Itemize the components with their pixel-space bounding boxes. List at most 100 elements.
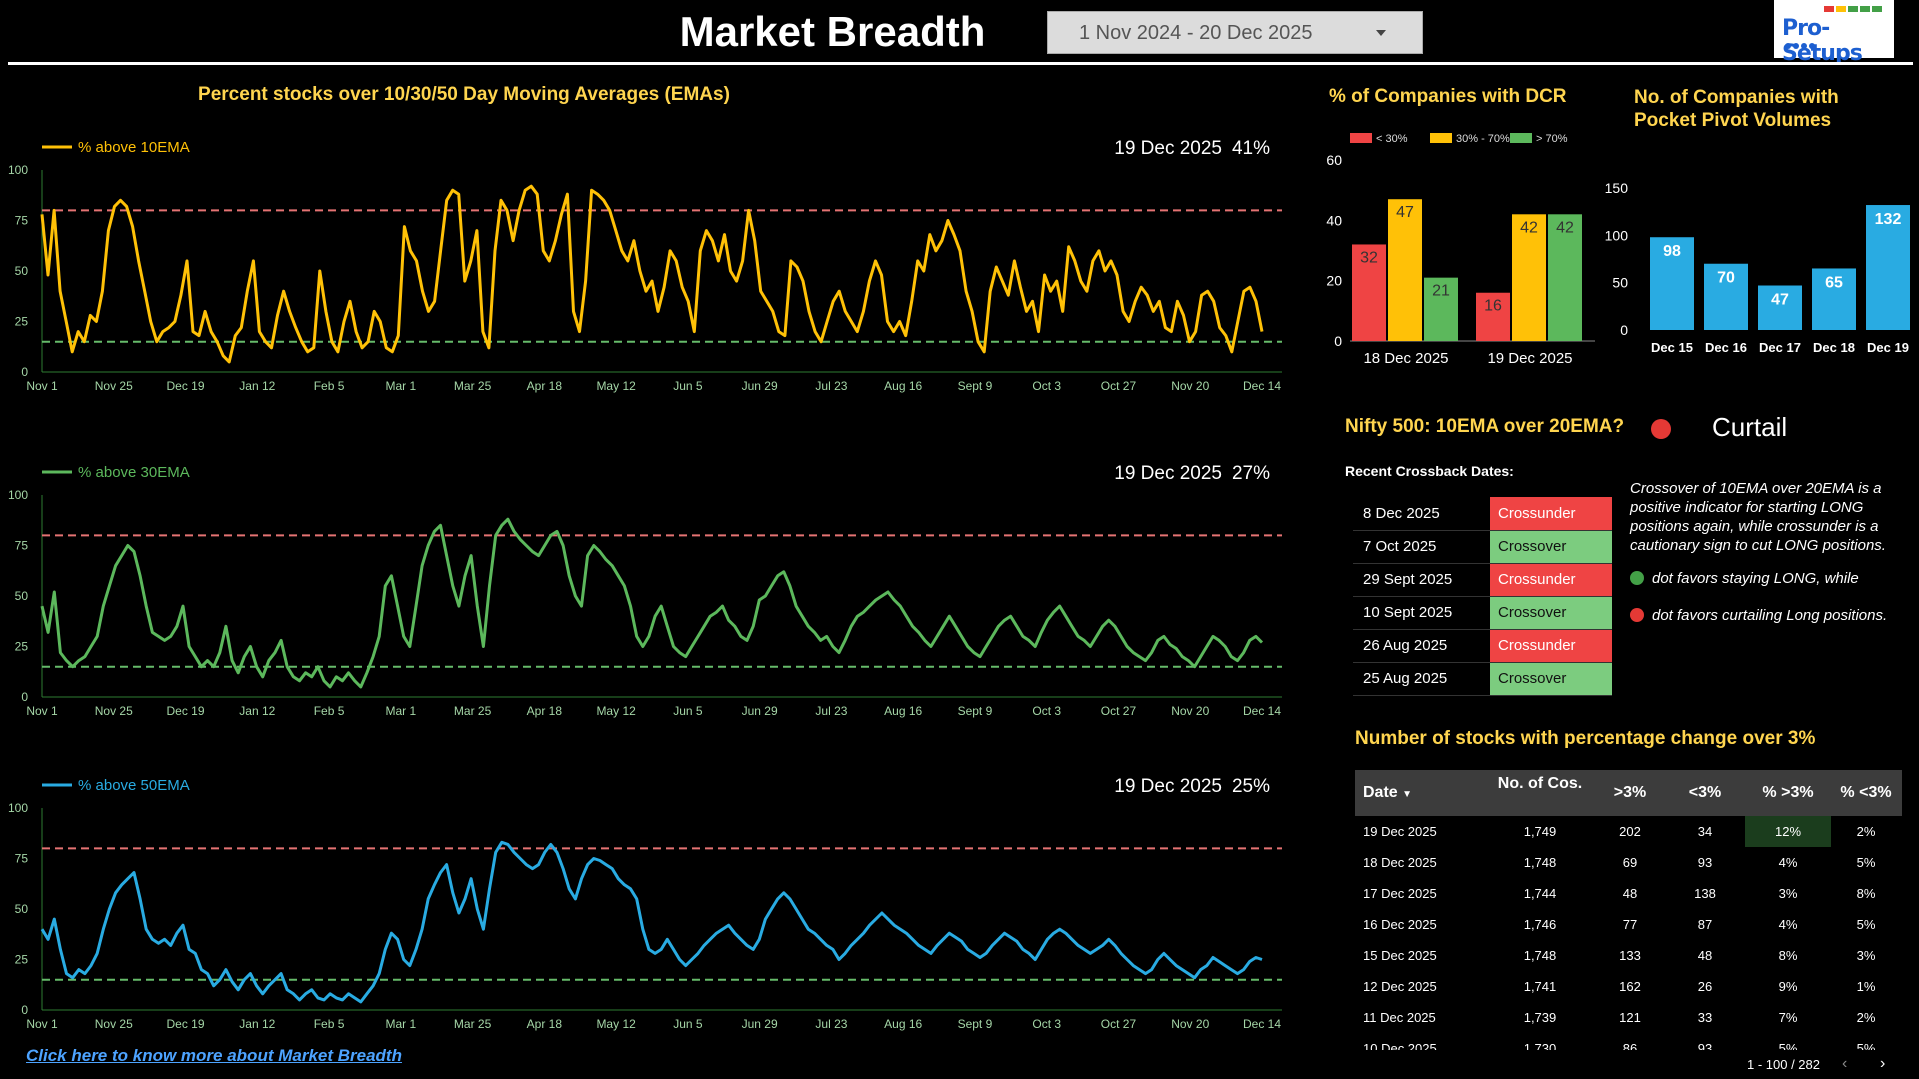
bar-label: 70 [1717,270,1735,287]
table-cell: 93 [1697,1041,1713,1050]
crossback-date: 25 Aug 2025 [1353,662,1490,696]
logo: Pro-Setups [1774,0,1894,66]
crossback-date: 26 Aug 2025 [1353,629,1490,663]
x-tick-label: Nov 25 [95,379,133,393]
crossback-date: 7 Oct 2025 [1353,530,1490,564]
table-cell: 4% [1778,917,1798,932]
y-tick-label: 20 [1326,273,1342,289]
table-cell: 26 [1697,979,1713,994]
x-tick-label: Nov 25 [95,704,133,718]
table-cell: 9% [1778,979,1798,994]
legend-label: % above 30EMA [78,464,190,481]
header-date[interactable]: Date ▼ [1363,784,1412,802]
x-tick-label: Sept 9 [958,379,993,393]
x-tick-label: Dec 19 [167,379,205,393]
bar-label: 32 [1360,249,1378,266]
x-tick-label: Nov 1 [26,1017,58,1031]
x-tick-label: Jun 29 [742,1017,778,1031]
pager-text: 1 - 100 / 282 [1747,1057,1820,1072]
crossback-row: 25 Aug 2025 Crossover [1353,662,1612,696]
next-page-icon[interactable]: › [1880,1055,1885,1073]
ema10-chart: % above 10EMA 19 Dec 2025 41% 0 25 50 75 100 Nov… [8,138,1282,393]
date-range-value: 1 Nov 2024 - 20 Dec 2025 [1079,22,1313,44]
green-note: dot favors staying LONG, while [1652,570,1859,587]
table-cell: 93 [1697,855,1713,870]
x-tick-label: Nov 20 [1171,704,1209,718]
green-dot-icon [1630,571,1644,585]
x-tick-label: Jun 5 [673,379,703,393]
crossback-type: Crossover [1490,530,1612,564]
x-tick-label: Jan 12 [239,704,275,718]
x-tick-label: Apr 18 [527,704,563,718]
bar-label: 42 [1520,219,1538,236]
table-cell: 15 Dec 2025 [1363,948,1437,963]
series-line [40,184,1264,364]
table-cell: 1,739 [1523,1010,1557,1025]
x-tick-label: Jun 29 [742,379,778,393]
x-tick-label: Apr 18 [527,379,563,393]
table-cell: 12 Dec 2025 [1363,979,1437,994]
latest-date: 19 Dec 2025 [1114,463,1222,484]
crossback-row: 10 Sept 2025 Crossover [1353,596,1612,630]
header-gt3: >3% [1613,784,1647,801]
x-tick-label: Feb 5 [314,1017,345,1031]
crossback-type: Crossover [1490,596,1612,630]
table-cell: 1,748 [1523,855,1557,870]
x-tick-label: Jul 23 [815,1017,847,1031]
table-cell: 1% [1856,979,1876,994]
bar-label: 132 [1875,211,1902,228]
x-tick-label: May 12 [596,704,636,718]
table-cell: 5% [1856,917,1876,932]
y-tick-label: 75 [15,852,29,866]
table-cell: 12% [1745,816,1831,847]
crossback-type: Crossunder [1490,629,1612,663]
ema50-chart: % above 50EMA 19 Dec 2025 25% 0 25 50 75 100 Nov… [8,776,1282,1031]
x-tick-label: Mar 1 [385,379,416,393]
prev-page-icon[interactable]: ‹ [1842,1055,1847,1073]
y-tick-label: 150 [1605,180,1629,196]
crossback-title: Recent Crossback Dates: [1345,463,1514,479]
y-tick-label: 100 [8,801,28,815]
x-tick-label: Dec 14 [1243,704,1281,718]
x-tick-label: Apr 18 [527,1017,563,1031]
x-tick-label: Nov 1 [26,704,58,718]
header-pct-lt3: % <3% [1840,784,1892,801]
table-cell: 11 Dec 2025 [1363,1010,1436,1025]
x-tick-label: Dec 19 [1867,340,1909,355]
table-cell: 7% [1778,1010,1798,1025]
table-cell: 19 Dec 2025 [1363,824,1437,839]
dcr-title: % of Companies with DCR [1329,86,1567,107]
crossover-note: Crossover of 10EMA over 20EMA is a posit… [1630,480,1886,554]
y-tick-label: 0 [21,1003,28,1017]
table-cell: 10 Dec 2025 [1363,1041,1437,1050]
table-cell: 4% [1778,855,1798,870]
y-tick-label: 40 [1326,212,1342,228]
ema-section-title: Percent stocks over 10/30/50 Day Moving … [198,84,730,105]
bar-label: 65 [1825,274,1843,291]
x-tick-label: Oct 27 [1101,379,1137,393]
y-tick-label: 0 [1334,333,1342,349]
table-cell: 8% [1778,948,1798,963]
crossback-row: 7 Oct 2025 Crossover [1353,530,1612,564]
x-tick-label: Aug 16 [884,1017,922,1031]
green-note-row: dot favors staying LONG, while [1630,569,1910,588]
table-cell: 138 [1694,886,1716,901]
date-range-select[interactable]: 1 Nov 2024 - 20 Dec 2025 [1047,11,1423,54]
bar-label: 98 [1663,243,1681,260]
crossback-table: 8 Dec 2025 Crossunder 7 Oct 2025 Crossover 2… [1353,497,1612,696]
market-breadth-link[interactable]: Click here to know more about Market Bre… [26,1046,402,1066]
stocks-table-body: 19 Dec 2025 1,749 202 34 12% 2% 18 Dec 2025 1,7… [1355,816,1902,1050]
crossback-date: 10 Sept 2025 [1353,596,1490,630]
x-tick-label: Dec 16 [1705,340,1747,355]
red-note-row: dot favors curtailing Long positions. [1630,606,1919,625]
x-tick-label: Mar 1 [385,704,416,718]
crossback-row: 29 Sept 2025 Crossunder [1353,563,1612,597]
crossback-date: 8 Dec 2025 [1353,497,1490,531]
legend-swatch [1430,133,1452,143]
series-line [40,840,1263,1004]
table-cell: 133 [1619,948,1641,963]
table-cell: 1,741 [1523,979,1557,994]
legend-label: < 30% [1376,133,1408,145]
x-tick-label: Aug 16 [884,704,922,718]
x-tick-label: Mar 25 [454,1017,492,1031]
